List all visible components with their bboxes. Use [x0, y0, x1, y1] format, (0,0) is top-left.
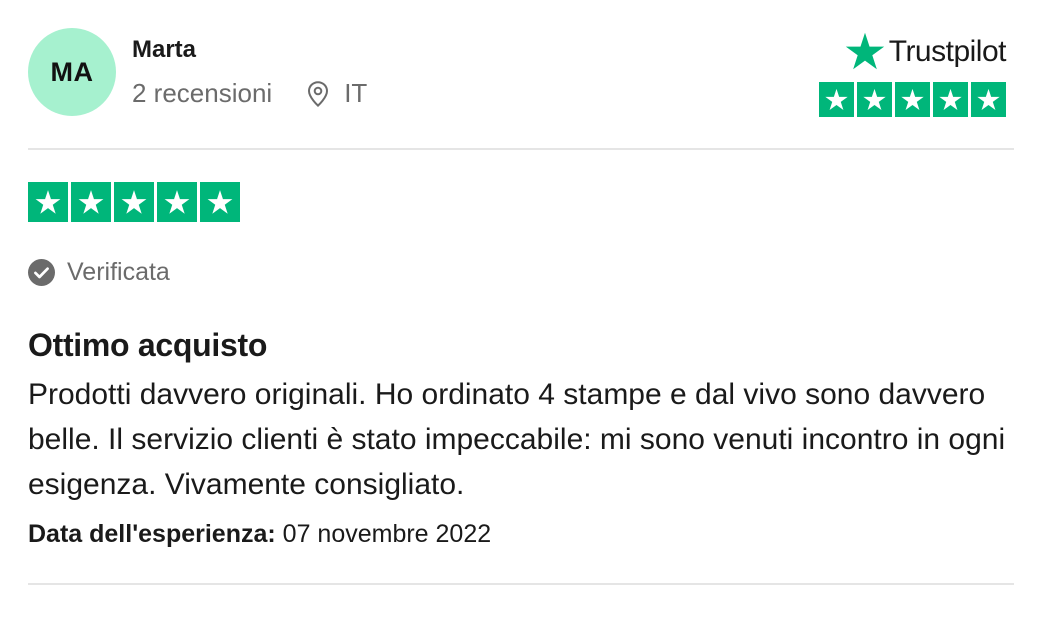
star-icon	[939, 88, 962, 111]
star-icon	[825, 88, 848, 111]
verified-badge[interactable]: Verificata	[28, 258, 1014, 287]
review-card: MA Marta 2 recensioni IT Trustpilot Veri…	[28, 28, 1014, 585]
experience-label: Data dell'esperienza:	[28, 520, 276, 548]
reviewer-meta: 2 recensioni IT	[132, 78, 367, 109]
logo-star-2	[857, 82, 892, 117]
star-icon	[78, 190, 104, 214]
reviewer-location: IT	[306, 78, 367, 109]
experience-date: Data dell'esperienza: 07 novembre 2022	[28, 520, 1014, 549]
review-header: MA Marta 2 recensioni IT Trustpilot	[28, 28, 1014, 120]
star-icon	[35, 190, 61, 214]
rating-star-1	[28, 182, 68, 222]
footer-divider	[28, 583, 1014, 585]
trustpilot-star-icon	[845, 32, 884, 70]
star-icon	[121, 190, 147, 214]
trustpilot-logo[interactable]: Trustpilot	[814, 30, 1007, 117]
trustpilot-wordmark: Trustpilot	[814, 30, 1007, 74]
review-title[interactable]: Ottimo acquisto	[28, 327, 1014, 364]
rating-star-2	[71, 182, 111, 222]
reviewer-name[interactable]: Marta	[132, 36, 196, 64]
experience-date-value: 07 novembre 2022	[275, 520, 492, 548]
star-icon	[901, 88, 924, 111]
country-code: IT	[344, 78, 368, 108]
check-circle-icon	[28, 259, 55, 286]
logo-star-4	[933, 82, 968, 117]
location-pin-icon	[308, 80, 329, 107]
rating-star-4	[157, 182, 197, 222]
star-icon	[977, 88, 1000, 111]
logo-star-5	[971, 82, 1006, 117]
review-body: Prodotti davvero originali. Ho ordinato …	[28, 378, 1006, 501]
star-icon	[207, 190, 233, 214]
logo-star-3	[895, 82, 930, 117]
star-icon	[164, 190, 190, 214]
rating-star-3	[114, 182, 154, 222]
header-divider	[28, 148, 1014, 150]
logo-star-1	[819, 82, 854, 117]
rating-star-5	[200, 182, 240, 222]
verified-label: Verificata	[67, 258, 170, 286]
avatar[interactable]: MA	[28, 28, 116, 116]
trustpilot-logo-stars	[814, 82, 1006, 117]
star-icon	[863, 88, 886, 111]
reviews-count: 2 recensioni	[132, 78, 273, 108]
trustpilot-name: Trustpilot	[888, 35, 1007, 68]
star-rating	[28, 182, 1014, 222]
